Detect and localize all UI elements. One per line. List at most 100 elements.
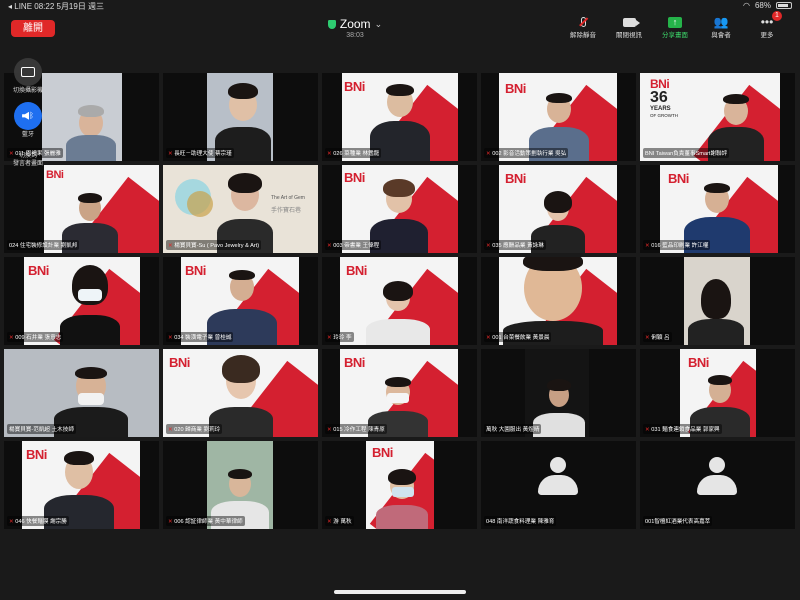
mic-muted-icon: ✕ xyxy=(9,335,14,341)
default-avatar-icon xyxy=(697,457,737,505)
participant-name: 楊寶貝寶-范凱超 土木技師 xyxy=(7,424,76,434)
video-tile[interactable]: BNi ✕ 009 石井業 張意志 xyxy=(4,257,159,345)
bni-logo: BNi xyxy=(344,79,365,94)
shield-icon xyxy=(327,19,336,29)
stop-video-button[interactable]: 關閉視訊 xyxy=(606,15,652,39)
mic-muted-icon: ✕ xyxy=(168,519,173,525)
video-tile[interactable]: BNi 36 YEARS OF GROWTH BNI Taiwan負責董事Sma… xyxy=(640,73,795,161)
video-tile[interactable]: ✕ 長旺－助理大使 蔡宗瑾 xyxy=(163,73,318,161)
bni-logo: BNi xyxy=(346,263,367,278)
share-screen-button[interactable]: ↑ 分享畫面 xyxy=(652,15,698,39)
unmute-button[interactable]: 解除靜音 xyxy=(560,15,606,39)
switch-view-button[interactable]: 切換到 發言者畫面 xyxy=(8,146,48,177)
mic-muted-icon xyxy=(580,17,586,27)
participants-button[interactable]: 👥 與會者 xyxy=(698,15,744,39)
meeting-timer: 38:03 xyxy=(346,32,364,39)
bni-logo: BNi xyxy=(46,169,64,181)
video-tile[interactable]: BNi ✕ 035 應酬品業 黃詠琳 xyxy=(481,165,636,253)
camera-switch-icon xyxy=(21,67,35,77)
mic-muted-icon: ✕ xyxy=(168,427,173,433)
more-button[interactable]: 1 ••• 更多 xyxy=(744,11,790,39)
participant-name: ✕ 009 石井業 張意志 xyxy=(7,332,64,342)
video-tile[interactable]: BNi ✕ 046 快餐麵膜 謝宗勝 xyxy=(4,441,159,529)
video-tile-no-video[interactable]: 048 南洋蔬食料理業 陳雅育 xyxy=(481,441,636,529)
mic-muted-icon: ✕ xyxy=(645,335,650,341)
video-tile[interactable]: ✕ 001 台菜餐飲業 黃景晨 xyxy=(481,257,636,345)
video-tile[interactable]: BNi ✕ 026 菜種業 林鑑龍 xyxy=(322,73,477,161)
status-right: ◠ 68% xyxy=(743,1,792,10)
participant-name: ✕ 031 麵食連鎖食品業 郭家興 xyxy=(643,424,722,434)
face-mask xyxy=(387,393,409,403)
bni-logo: BNi xyxy=(505,171,526,186)
mic-muted-icon: ✕ xyxy=(168,151,173,157)
toolbar: 解除靜音 關閉視訊 ↑ 分享畫面 👥 與會者 1 ••• 更多 xyxy=(560,11,790,39)
switch-camera-button[interactable]: 切換攝影機 xyxy=(8,58,48,96)
mic-muted-icon: ✕ xyxy=(486,151,491,157)
gem-decoration xyxy=(187,191,213,217)
notification-badge: 1 xyxy=(772,11,782,21)
participant-name: ✕ 035 應酬品業 黃詠琳 xyxy=(484,240,546,250)
mic-muted-icon: ✕ xyxy=(645,243,650,249)
more-label: 更多 xyxy=(760,32,774,39)
status-bar: ◂ LINE 08:22 5月19日 週三 ◠ 68% xyxy=(0,0,800,12)
audio-button[interactable]: ᛒ 藍牙 xyxy=(8,101,48,140)
mic-muted-icon: ✕ xyxy=(486,243,491,249)
pavo-text-en: The Art of Gem xyxy=(271,195,305,201)
bni-logo: BNi xyxy=(372,445,393,460)
bluetooth-icon: ᛒ xyxy=(29,110,34,120)
switch-camera-label: 切換攝影機 xyxy=(12,88,43,94)
video-tile[interactable]: ✕ 006 認証律師業 黃中華律師 xyxy=(163,441,318,529)
participant-name: ✕ 楊寶貝寶-Su ( Pavo Jewelry & Art) xyxy=(166,240,262,250)
participant-name: ✕ 034 裝潢電子業 曾桂誠 xyxy=(166,332,234,342)
mic-muted-icon: ✕ xyxy=(327,519,332,525)
participant-name: 001智檀紅酒業代表高嘉萃 xyxy=(643,516,713,526)
video-tile[interactable]: 楊寶貝寶-范凱超 土木技師 xyxy=(4,349,159,437)
app-title: Zoom xyxy=(339,17,371,31)
participants-label: 與會者 xyxy=(711,32,731,39)
participant-name: ✕ 001 台菜餐飲業 黃景晨 xyxy=(484,332,552,342)
chevron-down-icon: ⌄ xyxy=(374,18,383,29)
bni-logo: BNi xyxy=(28,263,49,278)
participant-name: ✕ 015 冷作工程 陳青原 xyxy=(325,424,387,434)
video-tile[interactable]: ✕ 俐穎 呂 xyxy=(640,257,795,345)
bni-logo: BNi xyxy=(505,81,526,96)
participant-name: ✕ 002 影音活動策劃執行業 吳弘 xyxy=(484,148,569,158)
video-tile[interactable]: The Art of Gem 手作寶石巷 ✕ 楊寶貝寶-Su ( Pavo Je… xyxy=(163,165,318,253)
stop-video-label: 關閉視訊 xyxy=(616,32,642,39)
participants-icon: 👥 xyxy=(713,15,729,29)
participant-name: ✕ 016 藍品印刷業 許江權 xyxy=(643,240,711,250)
face-mask xyxy=(78,289,102,301)
battery-icon xyxy=(776,2,792,9)
unmute-label: 解除靜音 xyxy=(570,32,596,39)
bni-logo: BNi xyxy=(344,355,365,370)
video-tile[interactable]: BNi ✕ 020 歸商業 劉莉玲 xyxy=(163,349,318,437)
video-tile[interactable]: BNi ✕ 034 裝潢電子業 曾桂誠 xyxy=(163,257,318,345)
bni-logo: BNi xyxy=(185,263,206,278)
mic-muted-icon: ✕ xyxy=(645,427,650,433)
participant-name: 024 住宅裝修設計業 劉凱邦 xyxy=(7,240,80,250)
bni-logo: BNi xyxy=(688,355,709,370)
video-tile[interactable]: BNi ✕ 002 影音活動策劃執行業 吳弘 xyxy=(481,73,636,161)
switch-view-label: 切換到 發言者畫面 xyxy=(12,153,43,168)
gallery-grid: ✕ 011 恩禮果 張麗雅 ✕ 長旺－助理大使 蔡宗瑾 BNi ✕ 026 菜種… xyxy=(4,73,796,529)
video-tile[interactable]: BNi ✕ 玲玲 李 xyxy=(322,257,477,345)
participant-name: ✕ 046 快餐麵膜 謝宗勝 xyxy=(7,516,69,526)
video-tile[interactable]: BNi ✕ 015 冷作工程 陳青原 xyxy=(322,349,477,437)
home-indicator xyxy=(334,590,466,594)
video-tile[interactable]: BNi ✕ 游 萬秋 xyxy=(322,441,477,529)
video-tile[interactable]: 萬秋 大園服出 黃煜晴 xyxy=(481,349,636,437)
leave-button[interactable]: 離開 xyxy=(11,20,55,37)
meeting-title[interactable]: Zoom ⌄ 38:03 xyxy=(290,17,420,39)
participant-name: 048 南洋蔬食料理業 陳雅育 xyxy=(484,516,557,526)
video-tile[interactable]: BNi ✕ 003 帝書業 王偉程 xyxy=(322,165,477,253)
video-tile-no-video[interactable]: 001智檀紅酒業代表高嘉萃 xyxy=(640,441,795,529)
participant-name: ✕ 玲玲 李 xyxy=(325,332,354,342)
mic-muted-icon: ✕ xyxy=(168,335,173,341)
video-tile[interactable]: BNi ✕ 016 藍品印刷業 許江權 xyxy=(640,165,795,253)
face-mask xyxy=(78,393,104,405)
pavo-text-zh: 手作寶石巷 xyxy=(271,208,302,214)
battery-percent: 68% xyxy=(754,1,771,10)
video-tile[interactable]: BNi ✕ 031 麵食連鎖食品業 郭家興 xyxy=(640,349,795,437)
participant-name: ✕ 026 菜種業 林鑑龍 xyxy=(325,148,382,158)
status-left: ◂ LINE 08:22 5月19日 週三 xyxy=(8,2,105,11)
